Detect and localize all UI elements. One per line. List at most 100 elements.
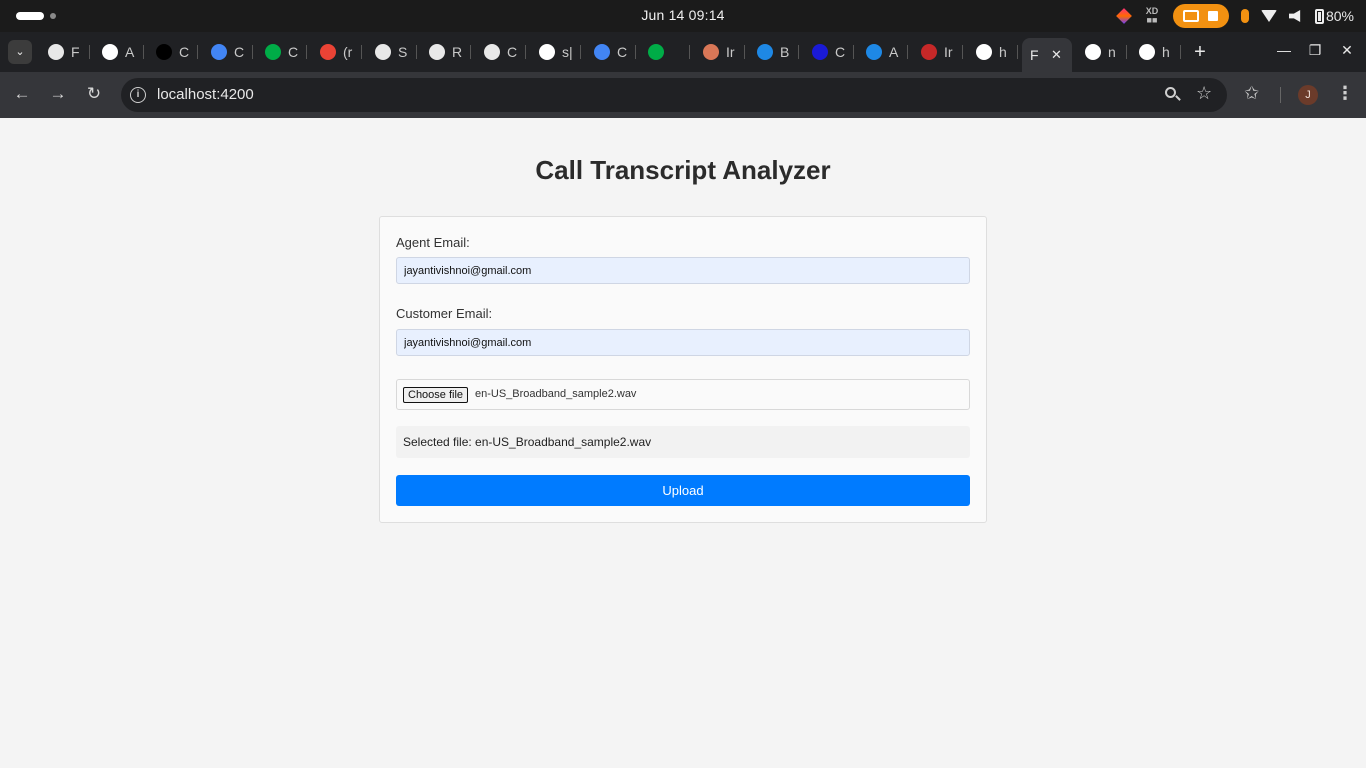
system-tray[interactable]: XD ■■ 80% [1116,0,1354,32]
wifi-icon [1260,10,1277,22]
reload-icon[interactable]: ↻ [84,84,104,104]
google-g-icon [1085,44,1101,60]
tab-separator [1126,45,1127,59]
medium-m-icon [156,44,172,60]
tab[interactable]: B [749,38,799,66]
tab[interactable]: n [1077,38,1127,66]
tab-separator [416,45,417,59]
tab[interactable]: C [804,38,854,66]
close-window-icon[interactable]: ✕ [1339,42,1355,59]
toolbar-divider [1280,87,1281,103]
react-atom-icon [866,44,882,60]
github-icon [1139,44,1155,60]
tab[interactable] [640,38,690,66]
battery-percent: 80% [1325,8,1354,24]
microphone-icon [1240,9,1249,23]
site-info-icon[interactable]: i [130,87,146,103]
zoom-icon[interactable] [1164,86,1182,104]
calendar-14-icon [594,44,610,60]
screen-share-indicator[interactable] [1172,4,1229,28]
tab[interactable]: h [1131,38,1181,66]
tab[interactable]: C [586,38,636,66]
choose-file-button[interactable]: Choose file [403,387,469,403]
xd-tray-icon[interactable]: XD ■■ [1143,7,1161,25]
meet-recording-icon [648,44,664,60]
back-arrow-icon[interactable]: ← [12,84,32,104]
tab-title: C [835,44,846,60]
minimize-window-icon[interactable]: — [1276,42,1292,58]
file-input[interactable]: Choose file en-US_Broadband_sample2.wav [396,379,970,410]
customer-email-field[interactable] [396,329,970,356]
tab-title: C [617,44,628,60]
extensions-icon[interactable]: ✩ [1244,83,1259,104]
gauge-icon [921,44,937,60]
tab-active[interactable]: F ✕ [1022,38,1072,72]
browser-toolbar: ← → ↻ i localhost:4200 ☆ ✩ J ⋮ [0,72,1366,118]
tab[interactable]: (r [312,38,362,66]
gmail-m-icon [320,44,336,60]
tab-separator [853,45,854,59]
kebab-menu-icon[interactable]: ⋮ [1336,83,1354,104]
address-bar[interactable]: i localhost:4200 ☆ [121,78,1227,112]
tab[interactable]: C [203,38,253,66]
google-g-icon [976,44,992,60]
tab-separator [525,45,526,59]
gemini-style-icon [375,44,391,60]
tab[interactable]: Ir [913,38,963,66]
tab-separator [197,45,198,59]
stop-share-icon[interactable] [1208,11,1219,21]
tab-title: n [1108,44,1116,60]
restore-window-icon[interactable]: ❐ [1307,42,1323,59]
bookmark-star-icon[interactable]: ☆ [1196,83,1212,104]
tab-close-icon[interactable]: ✕ [1051,47,1062,63]
tab-title: B [780,44,790,60]
agent-email-label: Agent Email: [396,235,470,250]
browser-tab-strip: ⌄ F A C C C (r S R Cs| C Ir B C A Ir h F ✕ n h + — ❐ ✕ [0,32,1366,72]
tab[interactable]: h [968,38,1018,66]
tab-separator [1180,45,1181,59]
tab[interactable]: A [94,38,144,66]
url-text[interactable]: localhost:4200 [157,86,254,103]
page-content: Call Transcript Analyzer Agent Email: Cu… [0,119,1366,768]
volume-icon [1288,10,1301,22]
tab-title: C [507,44,518,60]
tab[interactable]: R [421,38,471,66]
google-meet-icon [265,44,281,60]
tab-title: h [999,44,1007,60]
new-tab-button[interactable]: + [1190,40,1210,64]
claude-asterisk-icon [703,44,719,60]
gemini-style-icon [484,44,500,60]
agent-email-field[interactable] [396,257,970,284]
pause-app-icon [102,44,118,60]
battery-icon [1314,8,1324,24]
tab-search-chevron-icon[interactable]: ⌄ [8,40,32,64]
react-atom-icon [757,44,773,60]
tab[interactable]: S [367,38,417,66]
tab-separator [580,45,581,59]
os-top-bar: Jun 14 09:14 XD ■■ 80% [0,0,1366,32]
tab[interactable]: C [476,38,526,66]
tab-title: A [125,44,135,60]
tab-title: F [1030,47,1039,63]
github-icon [539,44,555,60]
profile-avatar[interactable]: J [1298,85,1318,105]
tab[interactable]: F [40,38,90,66]
battery-indicator: 80% [1314,8,1354,24]
tab-title: (r [343,44,353,60]
forward-arrow-icon[interactable]: → [48,84,68,104]
tab-separator [89,45,90,59]
tab[interactable]: s| [531,38,581,66]
tab-title: R [452,44,463,60]
tab[interactable]: C [148,38,198,66]
upload-button[interactable]: Upload [396,475,970,506]
screen-share-icon [1183,10,1200,22]
tab[interactable]: C [257,38,307,66]
app-tray-icon[interactable] [1116,8,1132,24]
customer-email-label: Customer Email: [396,306,493,321]
tab-separator [470,45,471,59]
selected-file-text: Selected file: en-US_Broadband_sample2.w… [396,426,970,458]
tab[interactable]: Ir [695,38,745,66]
file-input-filename: en-US_Broadband_sample2.wav [475,388,637,400]
tab-separator [635,45,636,59]
tab[interactable]: A [858,38,908,66]
